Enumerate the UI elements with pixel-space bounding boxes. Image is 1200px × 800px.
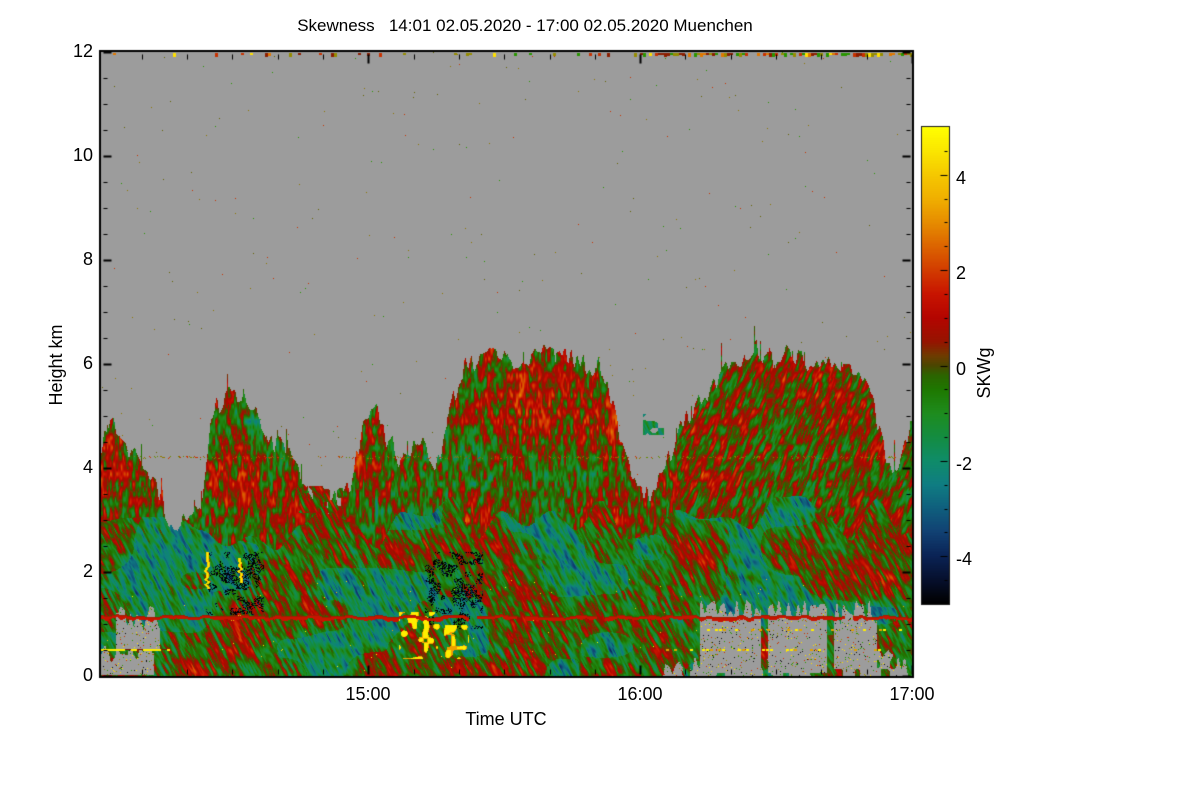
x-tick-label: 17:00 xyxy=(889,684,935,704)
colorbar-tick-label: -2 xyxy=(956,454,973,474)
x-tick-label: 16:00 xyxy=(617,684,663,704)
colorbar-tick-label: 2 xyxy=(956,263,967,283)
colorbar-tick-label: 4 xyxy=(956,168,967,188)
chart-title: Skewness 14:01 02.05.2020 - 17:00 02.05.… xyxy=(297,16,753,35)
heatmap-canvas xyxy=(0,0,1200,800)
colorbar-tick-label: 0 xyxy=(956,359,967,379)
y-tick-label: 12 xyxy=(72,41,93,61)
y-tick-label: 2 xyxy=(82,561,93,581)
y-tick-label: 4 xyxy=(82,457,93,477)
x-axis-title: Time UTC xyxy=(465,709,547,729)
y-tick-label: 0 xyxy=(82,665,93,685)
y-tick-label: 6 xyxy=(82,353,93,373)
y-tick-label: 10 xyxy=(72,145,93,165)
skewness-time-height-chart: Skewness 14:01 02.05.2020 - 17:00 02.05.… xyxy=(0,0,1200,800)
y-tick-label: 8 xyxy=(82,249,93,269)
x-tick-label: 15:00 xyxy=(345,684,391,704)
colorbar-tick-label: -4 xyxy=(956,549,973,569)
